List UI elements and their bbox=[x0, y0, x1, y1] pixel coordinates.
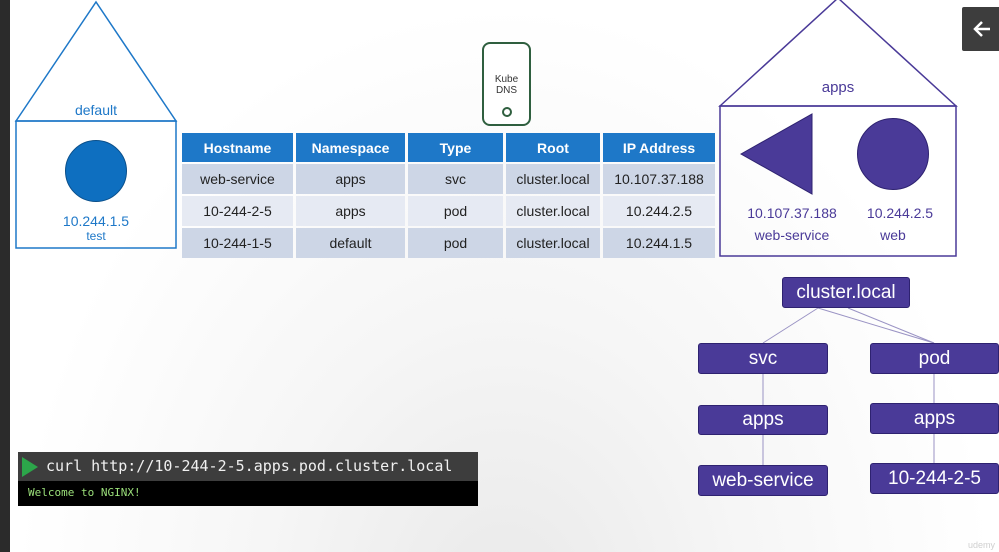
kube-dns-label-line2: DNS bbox=[495, 85, 518, 96]
cell-hostname: web-service bbox=[182, 164, 293, 194]
cell-namespace: apps bbox=[296, 164, 405, 194]
cell-root: cluster.local bbox=[506, 164, 600, 194]
terminal-output: Welcome to NGINX! bbox=[28, 486, 141, 499]
tree-node-pod-apps: apps bbox=[870, 403, 999, 434]
header-ip-address: IP Address bbox=[603, 133, 715, 162]
web-service-ip: 10.107.37.188 bbox=[747, 205, 837, 221]
kube-dns-icon: Kube DNS bbox=[482, 42, 531, 126]
test-pod-name: test bbox=[86, 229, 106, 243]
test-pod-circle[interactable] bbox=[65, 140, 127, 202]
watermark: udemy bbox=[968, 540, 996, 550]
terminal-output-area: Welcome to NGINX! bbox=[18, 481, 478, 506]
cell-namespace: default bbox=[296, 228, 405, 258]
cell-root: cluster.local bbox=[506, 196, 600, 226]
header-namespace: Namespace bbox=[296, 133, 405, 162]
cell-type: svc bbox=[408, 164, 503, 194]
terminal-command-bar: curl http://10-244-2-5.apps.pod.cluster.… bbox=[18, 452, 478, 481]
apps-namespace-label: apps bbox=[821, 79, 855, 96]
terminal-command: curl http://10-244-2-5.apps.pod.cluster.… bbox=[46, 457, 453, 475]
cell-ip: 10.244.2.5 bbox=[603, 196, 715, 226]
tree-node-web-service: web-service bbox=[698, 465, 828, 496]
kube-dns-led bbox=[502, 107, 512, 117]
cell-hostname: 10-244-1-5 bbox=[182, 228, 293, 258]
header-root: Root bbox=[506, 133, 600, 162]
table-row: 10-244-1-5 default pod cluster.local 10.… bbox=[182, 228, 715, 258]
tree-connectors bbox=[762, 307, 935, 465]
default-namespace-house bbox=[14, 0, 178, 249]
table-row: 10-244-2-5 apps pod cluster.local 10.244… bbox=[182, 196, 715, 226]
default-namespace-label: default bbox=[74, 102, 118, 118]
web-pod-ip: 10.244.2.5 bbox=[866, 205, 934, 221]
web-service-name: web-service bbox=[754, 227, 830, 243]
tree-node-svc: svc bbox=[698, 343, 828, 374]
table-row: web-service apps svc cluster.local 10.10… bbox=[182, 164, 715, 194]
arrow-left-icon bbox=[973, 21, 990, 37]
kube-dns-label: Kube DNS bbox=[484, 74, 529, 96]
header-type: Type bbox=[408, 133, 503, 162]
web-pod-circle[interactable] bbox=[857, 118, 929, 190]
cell-namespace: apps bbox=[296, 196, 405, 226]
tree-node-10-244-2-5: 10-244-2-5 bbox=[870, 463, 999, 494]
play-icon bbox=[22, 457, 38, 477]
cell-ip: 10.107.37.188 bbox=[603, 164, 715, 194]
web-pod-name: web bbox=[880, 227, 906, 243]
back-button[interactable] bbox=[962, 7, 999, 51]
table-header-row: Hostname Namespace Type Root IP Address bbox=[182, 133, 715, 162]
kube-dns-label-line1: Kube bbox=[494, 74, 519, 85]
cell-ip: 10.244.1.5 bbox=[603, 228, 715, 258]
service-triangle bbox=[739, 113, 813, 195]
tree-node-pod: pod bbox=[870, 343, 999, 374]
cell-type: pod bbox=[408, 196, 503, 226]
dns-records-table: Hostname Namespace Type Root IP Address … bbox=[179, 131, 718, 260]
tree-node-svc-apps: apps bbox=[698, 405, 828, 435]
cell-type: pod bbox=[408, 228, 503, 258]
cell-hostname: 10-244-2-5 bbox=[182, 196, 293, 226]
header-hostname: Hostname bbox=[182, 133, 293, 162]
tree-node-cluster-local: cluster.local bbox=[782, 277, 910, 308]
test-pod-ip: 10.244.1.5 bbox=[62, 213, 130, 229]
cell-root: cluster.local bbox=[506, 228, 600, 258]
